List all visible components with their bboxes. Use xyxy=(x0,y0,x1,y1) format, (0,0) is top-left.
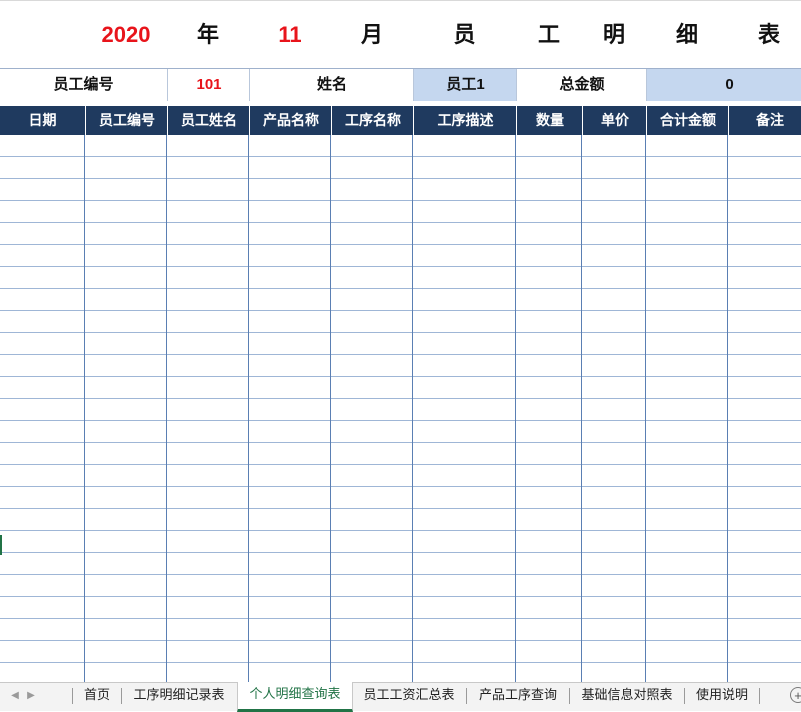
sheet-tab-bar: ◀ ▶ 首页 工序明细记录表 个人明细查询表 员工工资汇总表 产品工序查询 基础… xyxy=(0,682,801,712)
table-row[interactable] xyxy=(0,267,801,289)
table-row[interactable] xyxy=(0,201,801,223)
table-row[interactable] xyxy=(0,223,801,245)
column-header-employee-id[interactable]: 员工编号 xyxy=(85,106,168,135)
scroll-right-icon[interactable]: ▶ xyxy=(24,689,38,703)
tab-home[interactable]: 首页 xyxy=(73,683,121,709)
table-row[interactable] xyxy=(0,377,801,399)
grid-line xyxy=(330,135,331,682)
table-row[interactable] xyxy=(0,575,801,597)
add-sheet-icon[interactable]: + xyxy=(790,687,801,703)
table-row[interactable] xyxy=(0,421,801,443)
spreadsheet-grid: 2020 年 11 月 员 工 明 细 表 员工编号 101 姓名 员工1 总金… xyxy=(0,0,801,682)
name-value[interactable]: 员工1 xyxy=(413,69,517,101)
table-row[interactable] xyxy=(0,487,801,509)
grid-line xyxy=(645,135,646,682)
year-value[interactable]: 2020 xyxy=(85,1,167,69)
employee-id-label: 员工编号 xyxy=(53,76,114,93)
table-row[interactable] xyxy=(0,399,801,421)
year-label: 年 xyxy=(196,22,219,47)
total-amount-value[interactable]: 0 xyxy=(646,69,801,101)
table-row[interactable] xyxy=(0,531,801,553)
table-row[interactable] xyxy=(0,465,801,487)
tab-basic-info-reference[interactable]: 基础信息对照表 xyxy=(570,683,684,709)
name-label: 姓名 xyxy=(249,69,414,101)
tab-separator xyxy=(759,688,760,704)
column-header-process-desc[interactable]: 工序描述 xyxy=(413,106,517,135)
grid-line xyxy=(166,135,167,682)
table-row[interactable] xyxy=(0,289,801,311)
table-row[interactable] xyxy=(0,157,801,179)
grid-line xyxy=(727,135,728,682)
tab-employee-salary-summary[interactable]: 员工工资汇总表 xyxy=(352,683,466,709)
grid-line xyxy=(84,135,85,682)
tab-instructions[interactable]: 使用说明 xyxy=(685,683,759,709)
tab-product-process-query[interactable]: 产品工序查询 xyxy=(467,683,569,709)
table-row[interactable] xyxy=(0,135,801,157)
grid-line xyxy=(248,135,249,682)
heading-char-5: 表 xyxy=(757,22,780,47)
table-row[interactable] xyxy=(0,597,801,619)
table-row[interactable] xyxy=(0,333,801,355)
title-row: 2020 年 11 月 员 工 明 细 表 xyxy=(0,0,801,69)
column-header-employee-name[interactable]: 员工姓名 xyxy=(167,106,250,135)
table-header: 日期 员工编号 员工姓名 产品名称 工序名称 工序描述 数量 单价 合计金额 备… xyxy=(0,106,801,135)
total-amount-label: 总金额 xyxy=(516,69,647,101)
table-row[interactable] xyxy=(0,641,801,663)
column-header-remarks[interactable]: 备注 xyxy=(728,106,801,135)
table-row[interactable] xyxy=(0,311,801,333)
heading-char-1: 员 xyxy=(453,22,476,47)
table-row[interactable] xyxy=(0,355,801,377)
column-header-process-name[interactable]: 工序名称 xyxy=(331,106,414,135)
table-row[interactable] xyxy=(0,443,801,465)
tab-personal-detail-query[interactable]: 个人明细查询表 xyxy=(237,682,353,712)
month-label: 月 xyxy=(360,22,383,47)
heading-char-4: 细 xyxy=(675,22,698,47)
data-grid-body[interactable] xyxy=(0,135,801,682)
grid-line xyxy=(412,135,413,682)
column-header-total-amount[interactable]: 合计金额 xyxy=(646,106,729,135)
employee-id-input[interactable]: 101 xyxy=(167,69,250,101)
active-row-marker xyxy=(0,535,2,555)
employee-info-row: 员工编号 101 姓名 员工1 总金额 0 xyxy=(0,68,801,103)
grid-line xyxy=(515,135,516,682)
grid-line xyxy=(581,135,582,682)
table-row[interactable] xyxy=(0,509,801,531)
month-value[interactable]: 11 xyxy=(249,1,331,69)
table-row[interactable] xyxy=(0,245,801,267)
tab-process-detail-record[interactable]: 工序明细记录表 xyxy=(122,683,236,709)
table-row[interactable] xyxy=(0,179,801,201)
heading-char-3: 明 xyxy=(602,22,625,47)
column-header-date[interactable]: 日期 xyxy=(0,106,85,135)
table-row[interactable] xyxy=(0,619,801,641)
column-header-quantity[interactable]: 数量 xyxy=(516,106,583,135)
heading-char-2: 工 xyxy=(537,22,560,47)
column-header-product-name[interactable]: 产品名称 xyxy=(249,106,332,135)
column-header-unit-price[interactable]: 单价 xyxy=(582,106,647,135)
table-row[interactable] xyxy=(0,553,801,575)
scroll-left-icon[interactable]: ◀ xyxy=(8,689,22,703)
